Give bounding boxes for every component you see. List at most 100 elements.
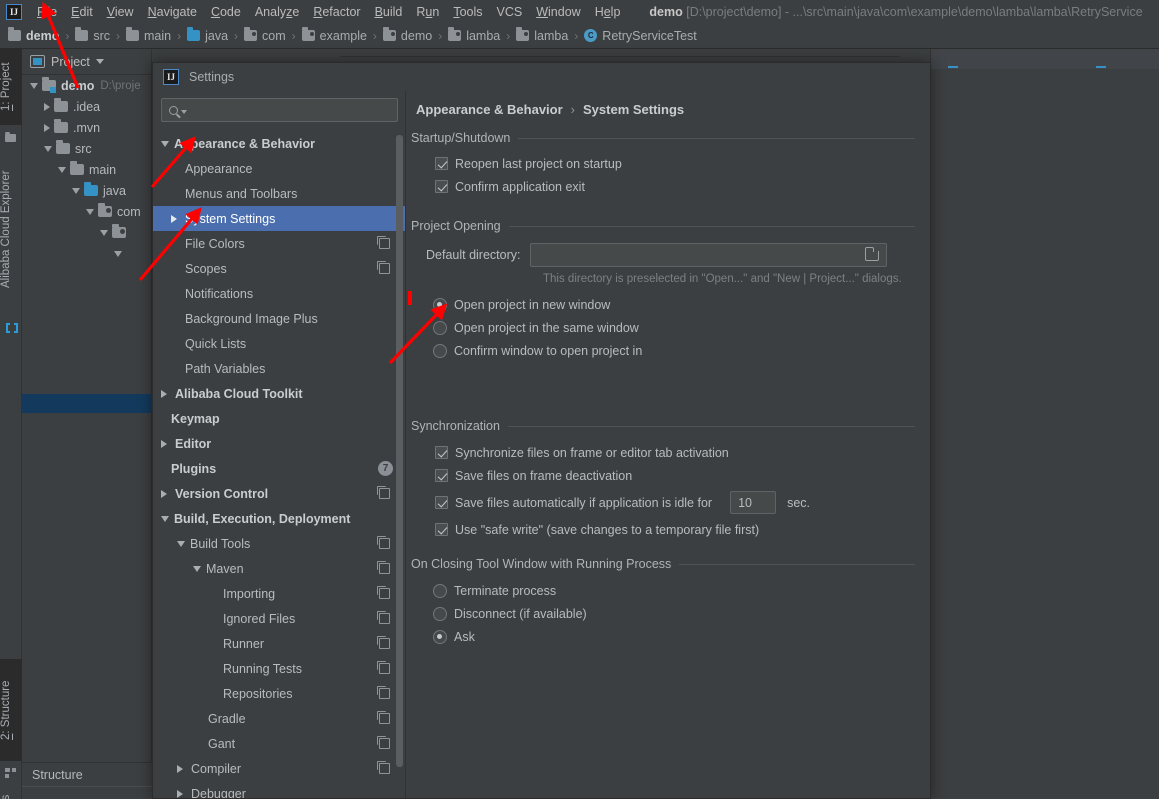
twisty-right-icon[interactable] <box>44 102 50 111</box>
menu-analyze[interactable]: Analyze <box>248 3 306 21</box>
settings-tree-item-running-tests[interactable]: Running Tests <box>153 656 405 681</box>
settings-tree-item-build-execution-deployment[interactable]: Build, Execution, Deployment <box>153 506 405 531</box>
settings-tree-item-ignored-files[interactable]: Ignored Files <box>153 606 405 631</box>
twisty-down-icon[interactable] <box>100 229 108 236</box>
settings-tree-item-runner[interactable]: Runner <box>153 631 405 656</box>
twisty-down-icon[interactable] <box>30 82 38 89</box>
twisty-right-icon[interactable] <box>44 123 50 132</box>
project-tree-row-java[interactable]: java <box>22 180 151 201</box>
copy-settings-icon[interactable] <box>377 711 390 724</box>
settings-tree-item-version-control[interactable]: Version Control <box>153 481 405 506</box>
settings-tree-item-system-settings[interactable]: System Settings <box>153 206 405 231</box>
checkbox-icon[interactable] <box>435 157 448 170</box>
menu-window[interactable]: Window <box>529 3 587 21</box>
settings-tree-item-quick-lists[interactable]: Quick Lists <box>153 331 405 356</box>
checkbox-confirm-application-exit[interactable]: Confirm application exit <box>435 175 930 198</box>
copy-settings-icon[interactable] <box>377 486 390 499</box>
checkbox-icon[interactable] <box>435 446 448 459</box>
settings-tree-item-appearance[interactable]: Appearance <box>153 156 405 181</box>
project-tree-row-com[interactable]: com <box>22 201 151 222</box>
twisty-down-icon[interactable] <box>177 540 185 547</box>
settings-tree-item-background-image-plus[interactable]: Background Image Plus <box>153 306 405 331</box>
twisty-down-icon[interactable] <box>161 140 169 147</box>
twisty-right-icon[interactable] <box>171 214 177 223</box>
menu-vcs[interactable]: VCS <box>490 3 530 21</box>
project-tree[interactable]: demo D:\proje .idea .mvn src main java c… <box>22 75 151 264</box>
project-tree-row-src[interactable]: src <box>22 138 151 159</box>
copy-settings-icon[interactable] <box>377 686 390 699</box>
breadcrumb-item-example[interactable]: example › <box>301 27 383 43</box>
copy-settings-icon[interactable] <box>377 586 390 599</box>
folder-browse-icon[interactable] <box>865 247 880 261</box>
breadcrumb-item-demo-module[interactable]: demo › <box>8 27 75 43</box>
settings-tree-item-maven[interactable]: Maven <box>153 556 405 581</box>
radio-terminate-process[interactable]: Terminate process <box>433 579 930 602</box>
settings-tree-scrollbar-thumb[interactable] <box>396 135 403 767</box>
checkbox-icon[interactable] <box>435 180 448 193</box>
twisty-right-icon[interactable] <box>177 764 183 773</box>
twisty-down-icon[interactable] <box>58 166 66 173</box>
stripe-button-alibaba-cloud-explorer[interactable]: Alibaba Cloud Explorer <box>0 154 22 304</box>
settings-tree-item-path-variables[interactable]: Path Variables <box>153 356 405 381</box>
menu-edit[interactable]: Edit <box>64 3 100 21</box>
project-tree-row-mvn[interactable]: .mvn <box>22 117 151 138</box>
checkbox-reopen-last-project[interactable]: Reopen last project on startup <box>435 152 930 175</box>
copy-settings-icon[interactable] <box>377 736 390 749</box>
twisty-down-icon[interactable] <box>86 208 94 215</box>
radio-open-project-new-window[interactable]: Open project in new window <box>433 293 930 316</box>
menu-refactor[interactable]: Refactor <box>306 3 367 21</box>
stripe-button-structure[interactable]: 2: Structure <box>0 659 22 761</box>
twisty-right-icon[interactable] <box>161 439 167 448</box>
breadcrumb-item-src[interactable]: src › <box>75 27 126 43</box>
breadcrumb-item-com[interactable]: com › <box>244 27 302 43</box>
twisty-down-icon[interactable] <box>72 187 80 194</box>
radio-icon[interactable] <box>433 320 447 335</box>
settings-tree-item-compiler[interactable]: Compiler <box>153 756 405 781</box>
settings-tree-item-notifications[interactable]: Notifications <box>153 281 405 306</box>
radio-icon[interactable] <box>433 629 447 644</box>
chevron-down-icon[interactable] <box>95 59 104 64</box>
settings-tree-item-appearance-behavior[interactable]: Appearance & Behavior <box>153 131 405 156</box>
idle-seconds-input[interactable]: 10 <box>730 491 777 514</box>
settings-tree-item-plugins[interactable]: Plugins 7 <box>153 456 405 481</box>
radio-icon[interactable] <box>433 583 447 598</box>
default-directory-input[interactable] <box>530 243 888 267</box>
settings-tree-item-debugger[interactable]: Debugger <box>153 781 405 798</box>
twisty-right-icon[interactable] <box>177 789 183 798</box>
radio-confirm-window-to-open-project-in[interactable]: Confirm window to open project in <box>433 339 930 362</box>
settings-search-box[interactable] <box>161 98 398 122</box>
checkbox-use-safe-write[interactable]: Use "safe write" (save changes to a temp… <box>435 518 930 541</box>
settings-tree-item-menus-and-toolbars[interactable]: Menus and Toolbars <box>153 181 405 206</box>
menu-navigate[interactable]: Navigate <box>141 3 204 21</box>
settings-tree-item-gant[interactable]: Gant <box>153 731 405 756</box>
settings-tree[interactable]: Appearance & Behavior Appearance Menus a… <box>153 131 405 798</box>
checkbox-icon[interactable] <box>435 496 448 509</box>
menu-file[interactable]: File <box>30 3 64 21</box>
settings-tree-item-gradle[interactable]: Gradle <box>153 706 405 731</box>
settings-tree-item-file-colors[interactable]: File Colors <box>153 231 405 256</box>
project-panel-header[interactable]: Project <box>22 49 151 75</box>
settings-tree-item-build-tools[interactable]: Build Tools <box>153 531 405 556</box>
project-tree-row-example[interactable] <box>22 222 151 243</box>
copy-settings-icon[interactable] <box>377 661 390 674</box>
settings-tree-item-keymap[interactable]: Keymap <box>153 406 405 431</box>
settings-tree-item-alibaba-cloud-toolkit[interactable]: Alibaba Cloud Toolkit <box>153 381 405 406</box>
menu-build[interactable]: Build <box>368 3 410 21</box>
project-tree-selected-row[interactable] <box>22 394 152 413</box>
breadcrumb-item-lamba-2[interactable]: lamba › <box>516 27 584 43</box>
checkbox-icon[interactable] <box>435 469 448 482</box>
settings-tree-item-scopes[interactable]: Scopes <box>153 256 405 281</box>
settings-tree-item-repositories[interactable]: Repositories <box>153 681 405 706</box>
breadcrumb-item-demo-pkg[interactable]: demo › <box>382 27 448 43</box>
menu-view[interactable]: View <box>100 3 141 21</box>
copy-settings-icon[interactable] <box>377 561 390 574</box>
copy-settings-icon[interactable] <box>377 761 390 774</box>
menu-code[interactable]: Code <box>204 3 248 21</box>
stripe-button-project[interactable]: 1: Project <box>0 49 22 125</box>
project-tree-row-idea[interactable]: .idea <box>22 96 151 117</box>
menu-help[interactable]: Help <box>588 3 628 21</box>
project-tree-row-main[interactable]: main <box>22 159 151 180</box>
radio-icon[interactable] <box>433 606 447 621</box>
radio-open-project-same-window[interactable]: Open project in the same window <box>433 316 930 339</box>
radio-ask[interactable]: Ask <box>433 625 930 648</box>
